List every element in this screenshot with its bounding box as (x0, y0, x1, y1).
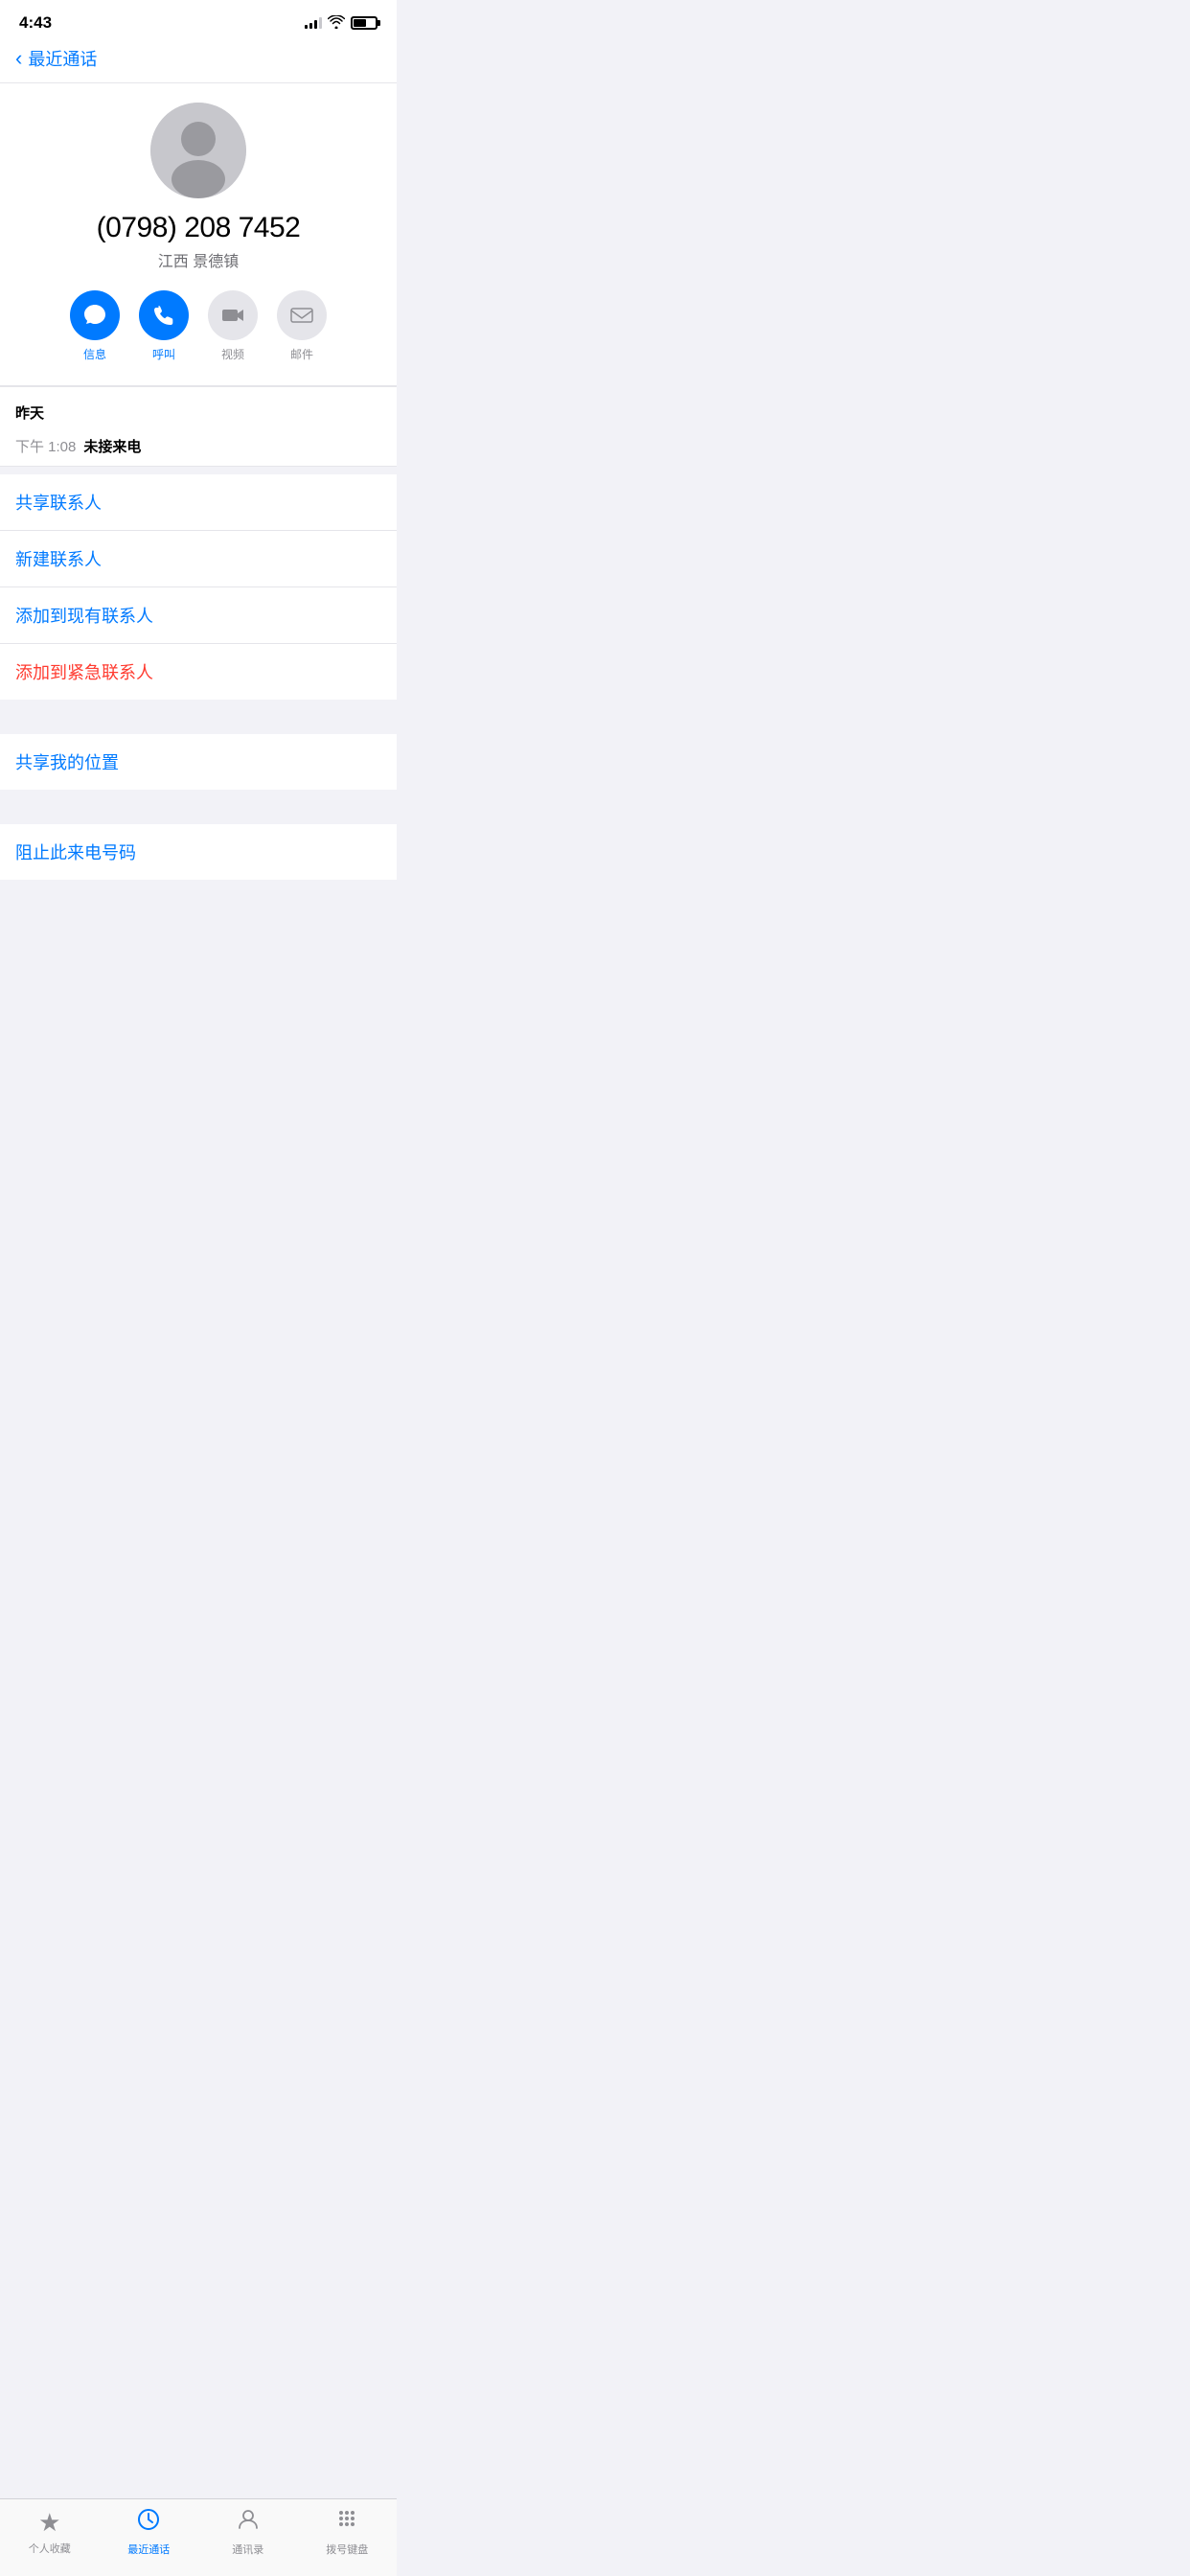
nav-header: ‹ 最近通话 (0, 38, 397, 83)
tab-keypad[interactable]: 拨号键盘 (298, 2507, 398, 2557)
back-button[interactable]: ‹ 最近通话 (15, 46, 381, 71)
recents-label: 最近通话 (127, 2542, 170, 2557)
spacer-1 (0, 700, 397, 726)
call-history-date: 昨天 (0, 387, 397, 426)
recents-icon (136, 2507, 161, 2539)
call-time: 下午 1:08 (15, 436, 76, 456)
call-button[interactable]: 呼叫 (139, 290, 189, 362)
contact-phone: (0798) 208 7452 (97, 212, 301, 244)
action-buttons: 信息 呼叫 视频 (70, 290, 327, 362)
tab-favorites[interactable]: ★ 个人收藏 (0, 2508, 100, 2556)
spacer-2 (0, 790, 397, 816)
back-chevron-icon: ‹ (15, 48, 22, 69)
message-button[interactable]: 信息 (70, 290, 120, 362)
contact-location: 江西 景德镇 (158, 248, 239, 271)
avatar (150, 103, 246, 198)
add-to-emergency-item[interactable]: 添加到紧急联系人 (0, 644, 397, 700)
bottom-spacer (0, 880, 397, 956)
favorites-icon: ★ (38, 2508, 60, 2538)
share-contact-item[interactable]: 共享联系人 (0, 474, 397, 531)
signal-bars-icon (305, 17, 322, 29)
add-to-existing-item[interactable]: 添加到现有联系人 (0, 587, 397, 644)
contact-action-list: 共享联系人 新建联系人 添加到现有联系人 添加到紧急联系人 (0, 474, 397, 700)
tab-contacts[interactable]: 通讯录 (198, 2507, 298, 2557)
location-action-list: 共享我的位置 (0, 734, 397, 790)
keypad-icon (334, 2507, 359, 2539)
video-button[interactable]: 视频 (208, 290, 258, 362)
message-label: 信息 (83, 346, 106, 362)
tab-bar: ★ 个人收藏 最近通话 通讯录 (0, 2498, 397, 2576)
call-status: 未接来电 (83, 436, 141, 456)
contact-section: (0798) 208 7452 江西 景德镇 信息 呼叫 (0, 83, 397, 386)
call-label: 呼叫 (152, 346, 175, 362)
status-time: 4:43 (19, 13, 52, 33)
new-contact-item[interactable]: 新建联系人 (0, 531, 397, 587)
contacts-icon (236, 2507, 261, 2539)
call-history-row: 下午 1:08 未接来电 (0, 426, 397, 466)
block-caller-item[interactable]: 阻止此来电号码 (0, 824, 397, 880)
contacts-label: 通讯录 (232, 2542, 263, 2557)
mail-button[interactable]: 邮件 (277, 290, 327, 362)
status-bar: 4:43 (0, 0, 397, 38)
call-history-section: 昨天 下午 1:08 未接来电 (0, 386, 397, 467)
status-icons (305, 15, 378, 32)
video-label: 视频 (221, 346, 244, 362)
block-action-list: 阻止此来电号码 (0, 824, 397, 880)
keypad-label: 拨号键盘 (326, 2542, 368, 2557)
mail-label: 邮件 (290, 346, 313, 362)
tab-recents[interactable]: 最近通话 (100, 2507, 199, 2557)
favorites-label: 个人收藏 (29, 2541, 71, 2556)
share-location-item[interactable]: 共享我的位置 (0, 734, 397, 790)
battery-icon (351, 16, 378, 30)
back-label: 最近通话 (28, 46, 97, 71)
wifi-icon (328, 15, 345, 32)
